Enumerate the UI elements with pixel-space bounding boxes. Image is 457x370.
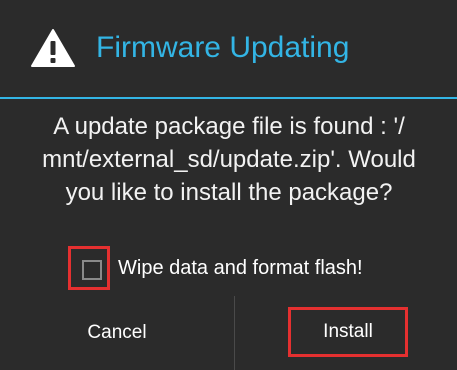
wipe-data-option: Wipe data and format flash! xyxy=(68,246,448,290)
warning-triangle-icon xyxy=(31,29,75,67)
message-line: you like to install the package? xyxy=(65,179,393,206)
cancel-button[interactable]: Cancel xyxy=(0,296,234,370)
wipe-data-checkbox[interactable] xyxy=(82,260,102,280)
firmware-update-dialog: Firmware Updating A update package file … xyxy=(0,0,457,370)
title-divider xyxy=(0,97,457,99)
checkbox-highlight xyxy=(68,246,110,290)
message-line: A update package file is found : '/ xyxy=(53,113,405,140)
install-button[interactable]: Install xyxy=(288,307,408,357)
message-line: mnt/external_sd/update.zip'. Would xyxy=(42,146,416,173)
dialog-title-bar: Firmware Updating xyxy=(0,0,457,98)
dialog-button-bar: Cancel Install xyxy=(0,296,457,370)
button-separator xyxy=(234,296,235,370)
dialog-title: Firmware Updating xyxy=(96,31,350,64)
wipe-data-label[interactable]: Wipe data and format flash! xyxy=(118,255,363,281)
dialog-message: A update package file is found : '/ mnt/… xyxy=(6,110,452,209)
